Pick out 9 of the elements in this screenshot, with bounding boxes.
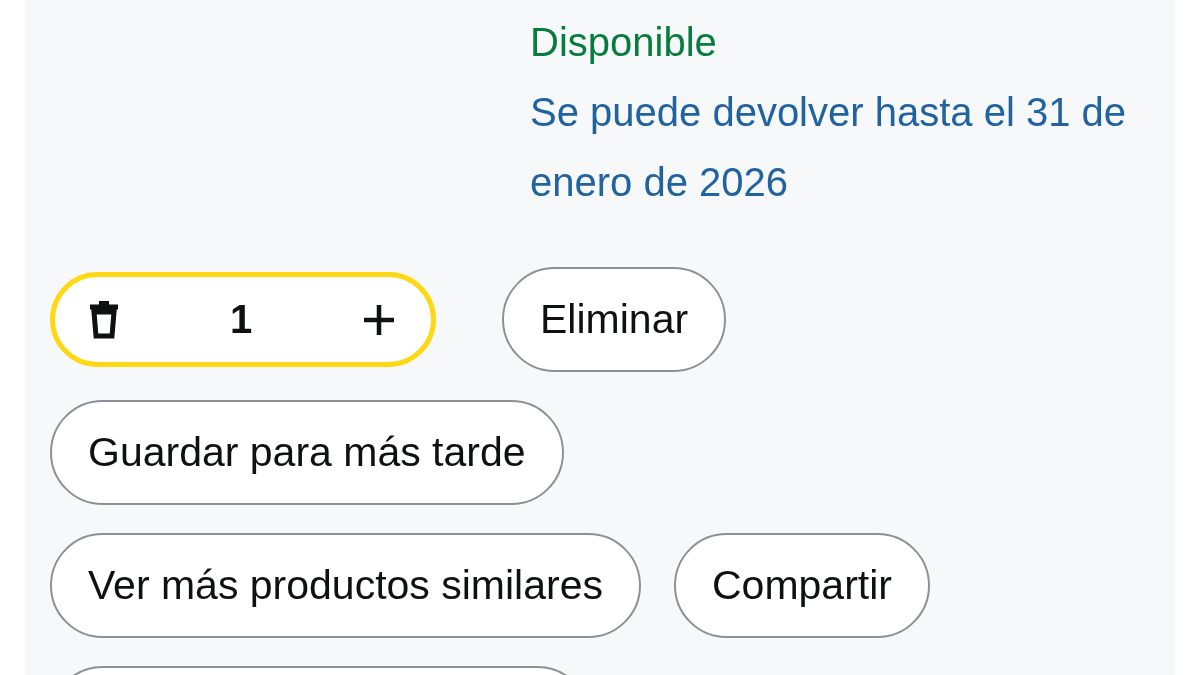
quantity-stepper[interactable]: 1 bbox=[50, 272, 436, 367]
similar-products-button[interactable]: Ver más productos similares bbox=[50, 533, 641, 638]
delete-button[interactable]: Eliminar bbox=[502, 267, 727, 372]
trash-icon[interactable] bbox=[87, 300, 121, 339]
quantity-value: 1 bbox=[229, 297, 253, 342]
share-button[interactable]: Compartir bbox=[673, 533, 930, 638]
availability-text: Disponible bbox=[530, 19, 718, 66]
return-policy-link[interactable]: Se puede devolver hasta el 31 de enero de 2026 bbox=[530, 77, 1170, 217]
save-for-later-button[interactable]: Guardar para más tarde bbox=[50, 400, 564, 505]
